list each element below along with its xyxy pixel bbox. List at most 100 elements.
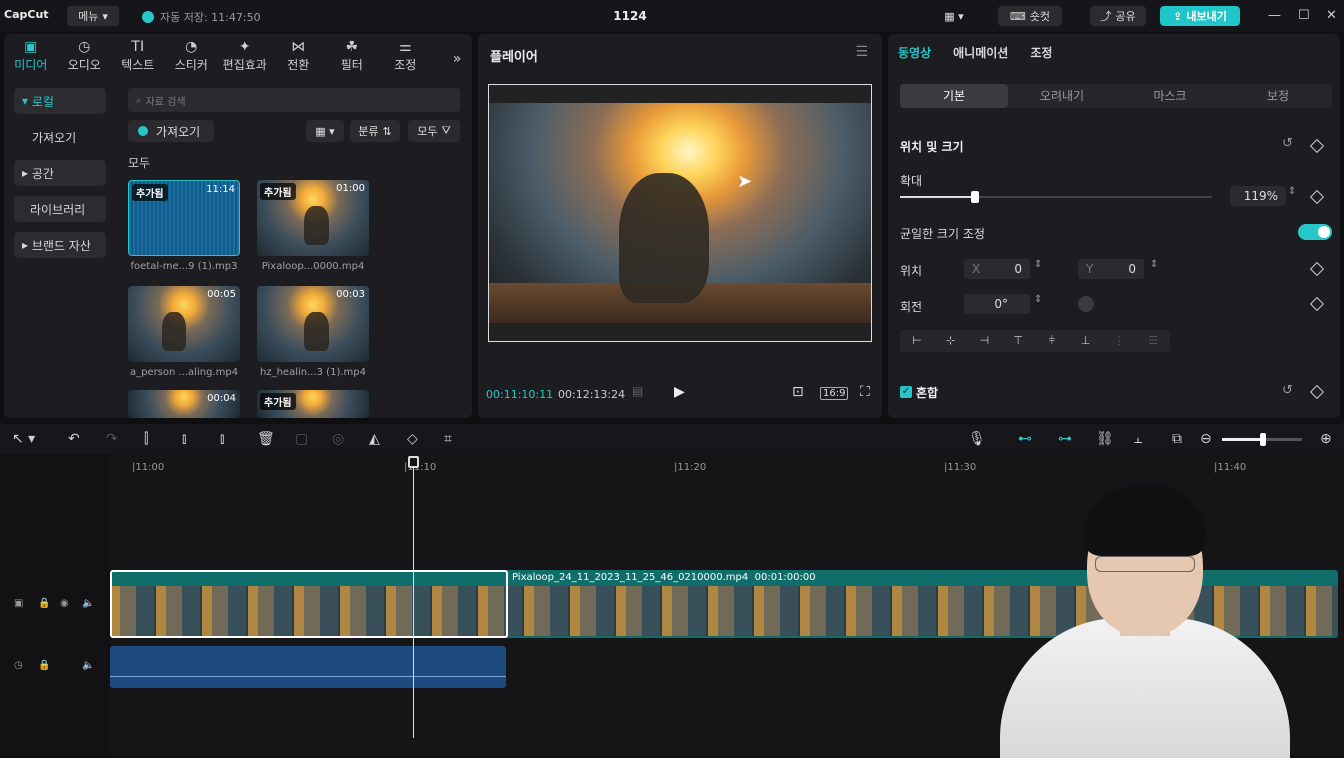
audio-clip[interactable] [110,646,506,688]
import-button[interactable]: 가져오기 [128,120,214,142]
speaker-icon[interactable]: 🔈 [82,598,94,609]
subtab-mask[interactable]: 마스크 [1116,84,1224,108]
stepper-icon[interactable]: ⇕ [1034,259,1042,270]
filter-all-button[interactable]: 모두 ⛛ [408,120,460,142]
media-item[interactable]: 추가됨 01:00 [257,180,369,256]
align-right-icon[interactable]: ⊣ [968,330,1002,352]
playhead[interactable] [413,458,414,738]
auto-snap-icon[interactable]: ⊶ [1058,431,1072,447]
zoom-in-icon[interactable]: ⊕ [1320,431,1332,447]
stepper-icon[interactable]: ⇕ [1288,186,1296,197]
zoom-out-icon[interactable]: ⊖ [1200,431,1212,447]
reset-icon[interactable]: ↺ [1282,383,1293,398]
lock-icon[interactable]: 🔒 [38,598,50,609]
subtab-cutout[interactable]: 오려내기 [1008,84,1116,108]
select-cursor-icon[interactable]: ↖ ▾ [12,431,35,447]
crop-icon[interactable]: ⌗ [444,431,452,447]
playhead-handle[interactable] [408,456,419,468]
stepper-icon[interactable]: ⇕ [1150,259,1158,270]
tab-media[interactable]: ▣ 미디어 [4,34,58,74]
subtab-basic[interactable]: 기본 [900,84,1008,108]
tab-effects[interactable]: ✦ 편집효과 [218,34,272,74]
delete-icon[interactable]: 🗑 [257,431,275,447]
split-icon[interactable]: ⫿ [144,431,148,447]
tab-sticker[interactable]: ◔ 스티커 [165,34,219,74]
mirror-icon[interactable]: ◭ [369,431,380,447]
sort-button[interactable]: 분류 ⇅ [350,120,400,142]
tab-adjustment[interactable]: 조정 [1030,44,1052,61]
rotation-input[interactable]: 0° [964,294,1030,314]
media-item[interactable]: 00:05 [128,286,240,362]
search-input[interactable]: ⌕ 자료 검색 [128,88,460,112]
layout-button[interactable]: ▦ ▾ [936,6,972,26]
link-icon[interactable]: ⛓ [1096,431,1114,447]
tab-filter[interactable]: ☘ 필터 [325,34,379,74]
position-y-input[interactable]: Y0 [1078,259,1144,279]
sidebar-item-import[interactable]: 가져오기 [14,124,106,150]
align-left-icon[interactable]: ⊢ [900,330,934,352]
tab-video[interactable]: 동영상 [898,44,931,61]
aspect-ratio-button[interactable]: 16:9 [820,387,849,400]
split-left-icon[interactable]: ⫾ [182,431,186,447]
volume-line[interactable] [110,676,506,677]
tab-transition[interactable]: ⋈ 전환 [272,34,326,74]
zoom-slider-handle[interactable] [1260,433,1266,446]
rotation-dial[interactable] [1078,296,1094,312]
align-center-v-icon[interactable]: ⫩ [1035,330,1069,352]
subtab-correction[interactable]: 보정 [1224,84,1332,108]
media-item[interactable]: 추가됨 11:14 [128,180,240,256]
share-button[interactable]: ⤴ 공유 [1090,6,1146,26]
selected-clip-outline[interactable] [110,570,508,638]
zoom-slider[interactable] [1222,433,1302,446]
minimize-icon[interactable]: — [1268,8,1281,23]
play-icon[interactable]: ▶ [674,384,685,400]
align-bottom-icon[interactable]: ⊥ [1069,330,1103,352]
close-icon[interactable]: ✕ [1326,8,1337,23]
keyframe-icon[interactable] [1309,384,1325,400]
export-button[interactable]: ⇪ 내보내기 [1160,6,1240,26]
video-preview[interactable]: ➤ [488,84,872,342]
sidebar-item-brand[interactable]: ▸ 브랜드 자산 [14,232,106,258]
track-cover-icon[interactable]: ▣ [14,598,23,609]
sidebar-item-local[interactable]: ▾ 로컬 [14,88,106,114]
magnet-main-track-icon[interactable]: ⊷ [1018,431,1032,447]
speaker-icon[interactable]: 🔈 [82,660,94,671]
reset-icon[interactable]: ↺ [1282,136,1293,151]
sidebar-item-space[interactable]: ▸ 공간 [14,160,106,186]
microphone-icon[interactable]: 🎙 [968,431,986,447]
tab-adjust[interactable]: ⚌ 조정 [379,34,433,74]
lock-icon[interactable]: 🔒 [38,660,50,671]
position-x-input[interactable]: X0 [964,259,1030,279]
shortcut-button[interactable]: ⌨ 숏컷 [998,6,1062,26]
view-toggle-button[interactable]: ▦ ▾ [306,120,344,142]
tab-text[interactable]: TI 텍스트 [111,34,165,74]
scale-slider[interactable] [900,191,1212,203]
scale-slider-handle[interactable] [970,191,979,203]
uniform-scale-toggle[interactable] [1298,224,1332,240]
rotate-icon[interactable]: ◇ [407,431,418,447]
align-center-h-icon[interactable]: ⊹ [934,330,968,352]
hamburger-icon[interactable]: ☰ [855,44,868,60]
split-right-icon[interactable]: ⫾ [220,431,224,447]
preview-axis-icon[interactable]: ⫠ [1134,431,1142,447]
undo-icon[interactable]: ↶ [68,431,80,447]
blend-checkbox[interactable]: ✓ [900,386,912,398]
timecode-grid-icon[interactable]: ▤ [632,384,643,398]
media-item[interactable]: 추가됨 [257,390,369,418]
keyframe-icon[interactable] [1309,296,1325,312]
media-item[interactable]: 00:03 [257,286,369,362]
scale-input[interactable]: 119% [1230,186,1286,206]
more-tabs-icon[interactable]: » [442,34,472,74]
keyframe-icon[interactable] [1309,189,1325,205]
keyframe-icon[interactable] [1309,138,1325,154]
menu-button[interactable]: 메뉴 ▾ [67,6,119,26]
fullscreen-icon[interactable]: ⛶ [860,384,870,400]
maximize-icon[interactable]: ☐ [1298,8,1310,23]
sidebar-item-library[interactable]: 라이브러리 [14,196,106,222]
tab-animation[interactable]: 애니메이션 [953,44,1008,61]
audio-track-icon[interactable]: ◷ [14,660,23,671]
screenshot-track-icon[interactable]: ⧉ [1172,431,1182,447]
stepper-icon[interactable]: ⇕ [1034,294,1042,305]
eye-icon[interactable]: ◉ [60,598,69,609]
screenshot-icon[interactable]: ⊡ [792,384,804,400]
